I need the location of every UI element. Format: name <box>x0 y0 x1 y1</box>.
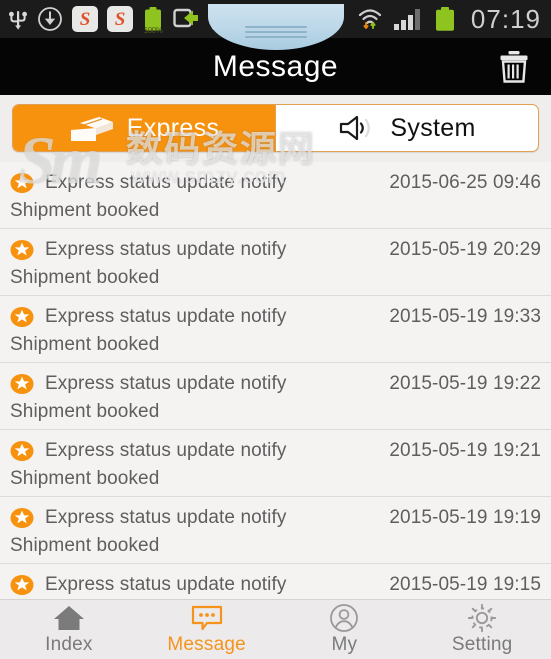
screencast-icon <box>173 7 199 31</box>
message-row[interactable]: Express status update notify 2015-05-19 … <box>0 296 551 363</box>
message-subtitle: Shipment booked <box>10 267 160 288</box>
tab-express-label: Express <box>126 113 220 142</box>
message-row-header: Express status update notify 2015-05-19 … <box>10 497 541 536</box>
message-row-header: Express status update notify 2015-05-19 … <box>10 229 541 268</box>
message-row[interactable]: Express status update notify 2015-05-19 … <box>0 497 551 564</box>
gear-icon <box>467 603 497 633</box>
segmented-control: Express System <box>12 104 539 152</box>
sogou-input-icon: S <box>72 6 98 32</box>
battery-icon <box>433 6 457 32</box>
message-subtitle: Shipment booked <box>10 401 160 422</box>
nav-item-index[interactable]: Index <box>0 600 138 659</box>
message-row[interactable]: Express status update notify 2015-06-25 … <box>0 162 551 229</box>
message-date: 2015-06-25 09:46 <box>389 172 541 193</box>
nav-item-message-label: Message <box>167 634 246 655</box>
usb-icon <box>8 7 28 31</box>
sd-card-icon <box>208 7 232 31</box>
tab-express[interactable]: Express <box>13 105 275 151</box>
star-badge-icon <box>10 171 34 195</box>
message-title: Express status update notify <box>45 239 287 260</box>
home-icon <box>53 603 85 633</box>
message-row-header: Express status update notify 2015-05-19 … <box>10 296 541 335</box>
message-subtitle: Shipment booked <box>10 535 160 556</box>
message-date: 2015-05-19 19:33 <box>389 306 541 327</box>
nav-item-index-label: Index <box>45 634 93 655</box>
message-title: Express status update notify <box>45 172 287 193</box>
message-row[interactable]: Express status update notify 2015-05-19 … <box>0 430 551 497</box>
message-title: Express status update notify <box>45 440 287 461</box>
message-row-header: Express status update notify 2015-05-19 … <box>10 363 541 402</box>
battery-charging-icon: 100% <box>142 6 164 35</box>
chat-bubble-icon <box>190 603 224 633</box>
message-subtitle: Shipment booked <box>10 468 160 489</box>
clock-label: 07:19 <box>470 3 541 34</box>
package-box-icon <box>69 112 115 144</box>
message-date: 2015-05-19 19:19 <box>389 507 541 528</box>
star-badge-icon <box>10 439 34 463</box>
sogou-input-icon-2: S <box>107 6 133 32</box>
nav-item-setting-label: Setting <box>451 634 513 655</box>
message-date: 2015-05-19 19:15 <box>389 574 541 595</box>
phone-screen: S S 100% <box>0 0 551 659</box>
tab-system[interactable]: System <box>276 105 538 151</box>
nav-item-message[interactable]: Message <box>138 600 276 659</box>
star-badge-icon <box>10 506 34 530</box>
message-title: Express status update notify <box>45 574 287 595</box>
download-icon <box>37 6 63 32</box>
bottom-navigation-bar: Index Message My Setting <box>0 599 551 659</box>
person-icon <box>329 603 359 633</box>
message-title: Express status update notify <box>45 507 287 528</box>
message-subtitle: Shipment booked <box>10 334 160 355</box>
message-date: 2015-05-19 19:22 <box>389 373 541 394</box>
message-date: 2015-05-19 20:29 <box>389 239 541 260</box>
status-bar-right-icons: 07:19 <box>357 4 543 35</box>
nav-item-setting[interactable]: Setting <box>413 600 551 659</box>
star-badge-icon <box>10 573 34 597</box>
message-title: Express status update notify <box>45 306 287 327</box>
star-badge-icon <box>10 372 34 396</box>
star-badge-icon <box>10 305 34 329</box>
message-row[interactable]: Express status update notify 2015-05-19 … <box>0 229 551 296</box>
message-row-header: Express status update notify 2015-05-19 … <box>10 564 541 603</box>
speaker-announce-icon <box>338 113 378 143</box>
trash-icon[interactable] <box>493 45 535 89</box>
message-date: 2015-05-19 19:21 <box>389 440 541 461</box>
star-badge-icon <box>10 238 34 262</box>
tab-strip: Express System <box>0 95 551 162</box>
message-row-header: Express status update notify 2015-06-25 … <box>10 162 541 201</box>
message-title: Express status update notify <box>45 373 287 394</box>
nav-item-my-label: My <box>331 634 358 655</box>
status-bar-left-icons: S S 100% <box>8 6 357 35</box>
message-row-header: Express status update notify 2015-05-19 … <box>10 430 541 469</box>
wifi-icon <box>357 7 383 31</box>
nav-item-my[interactable]: My <box>276 600 414 659</box>
signal-bars-icon <box>393 7 423 31</box>
status-bar: S S 100% <box>0 0 551 38</box>
tab-system-label: System <box>390 113 476 142</box>
message-row[interactable]: Express status update notify 2015-05-19 … <box>0 363 551 430</box>
page-title: Message <box>212 49 339 83</box>
message-list[interactable]: Express status update notify 2015-06-25 … <box>0 162 551 605</box>
title-bar: Message <box>0 4 551 95</box>
message-subtitle: Shipment booked <box>10 200 160 221</box>
